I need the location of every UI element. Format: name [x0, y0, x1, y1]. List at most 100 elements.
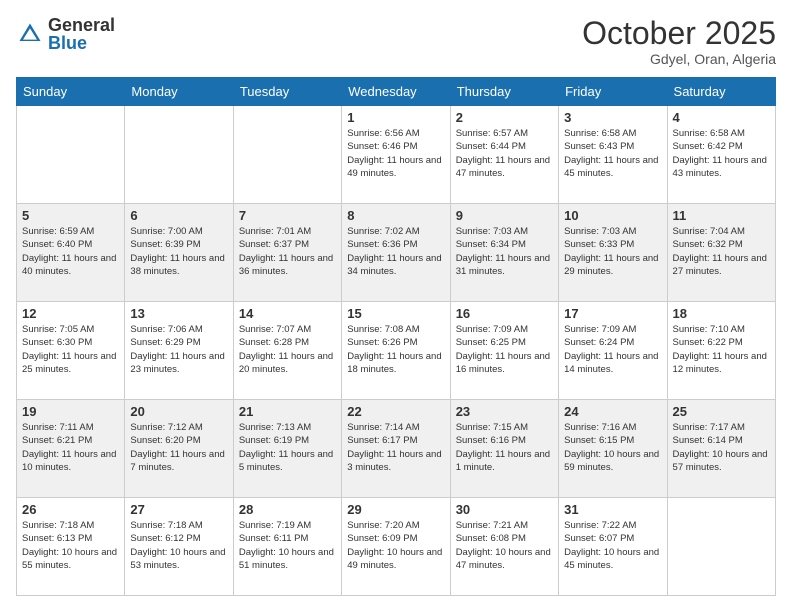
calendar-table: Sunday Monday Tuesday Wednesday Thursday… [16, 77, 776, 596]
day-info: Sunrise: 7:06 AM Sunset: 6:29 PM Dayligh… [130, 323, 227, 376]
table-cell: 2 Sunrise: 6:57 AM Sunset: 6:44 PM Daylig… [450, 106, 558, 204]
calendar-week-4: 19 Sunrise: 7:11 AM Sunset: 6:21 PM Dayli… [17, 400, 776, 498]
table-cell: 19 Sunrise: 7:11 AM Sunset: 6:21 PM Dayli… [17, 400, 125, 498]
day-info: Sunrise: 6:58 AM Sunset: 6:42 PM Dayligh… [673, 127, 770, 180]
day-info: Sunrise: 7:12 AM Sunset: 6:20 PM Dayligh… [130, 421, 227, 474]
header-saturday: Saturday [667, 78, 775, 106]
day-info: Sunrise: 7:18 AM Sunset: 6:12 PM Dayligh… [130, 519, 227, 572]
day-info: Sunrise: 7:19 AM Sunset: 6:11 PM Dayligh… [239, 519, 336, 572]
day-info: Sunrise: 7:17 AM Sunset: 6:14 PM Dayligh… [673, 421, 770, 474]
day-number: 4 [673, 110, 770, 125]
day-number: 2 [456, 110, 553, 125]
day-info: Sunrise: 7:01 AM Sunset: 6:37 PM Dayligh… [239, 225, 336, 278]
table-cell: 11 Sunrise: 7:04 AM Sunset: 6:32 PM Dayli… [667, 204, 775, 302]
day-info: Sunrise: 7:16 AM Sunset: 6:15 PM Dayligh… [564, 421, 661, 474]
table-cell: 24Sunrise: 7:16 AM Sunset: 6:15 PM Dayli… [559, 400, 667, 498]
day-number: 5 [22, 208, 119, 223]
day-number: 9 [456, 208, 553, 223]
logo-blue: Blue [48, 34, 115, 52]
table-cell: 30 Sunrise: 7:21 AM Sunset: 6:08 PM Dayli… [450, 498, 558, 596]
table-cell: 5Sunrise: 6:59 AM Sunset: 6:40 PM Daylig… [17, 204, 125, 302]
day-number: 28 [239, 502, 336, 517]
day-number: 7 [239, 208, 336, 223]
day-number: 29 [347, 502, 444, 517]
day-number: 31 [564, 502, 661, 517]
table-cell: 23Sunrise: 7:15 AM Sunset: 6:16 PM Dayli… [450, 400, 558, 498]
table-cell: 13 Sunrise: 7:06 AM Sunset: 6:29 PM Dayli… [125, 302, 233, 400]
calendar-week-2: 5Sunrise: 6:59 AM Sunset: 6:40 PM Daylig… [17, 204, 776, 302]
location-title: Gdyel, Oran, Algeria [582, 51, 776, 67]
day-info: Sunrise: 7:07 AM Sunset: 6:28 PM Dayligh… [239, 323, 336, 376]
table-cell: 6Sunrise: 7:00 AM Sunset: 6:39 PM Daylig… [125, 204, 233, 302]
logo: General Blue [16, 16, 115, 52]
day-info: Sunrise: 7:08 AM Sunset: 6:26 PM Dayligh… [347, 323, 444, 376]
table-cell [17, 106, 125, 204]
header-thursday: Thursday [450, 78, 558, 106]
table-cell [125, 106, 233, 204]
day-number: 13 [130, 306, 227, 321]
table-cell: 29Sunrise: 7:20 AM Sunset: 6:09 PM Dayli… [342, 498, 450, 596]
day-info: Sunrise: 7:03 AM Sunset: 6:34 PM Dayligh… [456, 225, 553, 278]
header-tuesday: Tuesday [233, 78, 341, 106]
table-cell: 21 Sunrise: 7:13 AM Sunset: 6:19 PM Dayli… [233, 400, 341, 498]
day-info: Sunrise: 7:00 AM Sunset: 6:39 PM Dayligh… [130, 225, 227, 278]
calendar-header-row: Sunday Monday Tuesday Wednesday Thursday… [17, 78, 776, 106]
day-info: Sunrise: 7:22 AM Sunset: 6:07 PM Dayligh… [564, 519, 661, 572]
day-info: Sunrise: 6:57 AM Sunset: 6:44 PM Dayligh… [456, 127, 553, 180]
day-info: Sunrise: 7:02 AM Sunset: 6:36 PM Dayligh… [347, 225, 444, 278]
table-cell: 22Sunrise: 7:14 AM Sunset: 6:17 PM Dayli… [342, 400, 450, 498]
table-cell: 20Sunrise: 7:12 AM Sunset: 6:20 PM Dayli… [125, 400, 233, 498]
table-cell: 27 Sunrise: 7:18 AM Sunset: 6:12 PM Dayli… [125, 498, 233, 596]
table-cell: 15 Sunrise: 7:08 AM Sunset: 6:26 PM Dayli… [342, 302, 450, 400]
day-number: 16 [456, 306, 553, 321]
day-info: Sunrise: 7:11 AM Sunset: 6:21 PM Dayligh… [22, 421, 119, 474]
day-info: Sunrise: 7:10 AM Sunset: 6:22 PM Dayligh… [673, 323, 770, 376]
day-info: Sunrise: 7:03 AM Sunset: 6:33 PM Dayligh… [564, 225, 661, 278]
table-cell: 17 Sunrise: 7:09 AM Sunset: 6:24 PM Dayli… [559, 302, 667, 400]
month-title: October 2025 [582, 16, 776, 51]
day-number: 11 [673, 208, 770, 223]
day-info: Sunrise: 7:13 AM Sunset: 6:19 PM Dayligh… [239, 421, 336, 474]
calendar-week-1: 1Sunrise: 6:56 AM Sunset: 6:46 PM Daylig… [17, 106, 776, 204]
day-number: 18 [673, 306, 770, 321]
day-number: 8 [347, 208, 444, 223]
day-info: Sunrise: 6:58 AM Sunset: 6:43 PM Dayligh… [564, 127, 661, 180]
title-section: October 2025 Gdyel, Oran, Algeria [582, 16, 776, 67]
day-info: Sunrise: 7:04 AM Sunset: 6:32 PM Dayligh… [673, 225, 770, 278]
day-number: 30 [456, 502, 553, 517]
day-info: Sunrise: 7:21 AM Sunset: 6:08 PM Dayligh… [456, 519, 553, 572]
day-info: Sunrise: 7:09 AM Sunset: 6:25 PM Dayligh… [456, 323, 553, 376]
day-number: 17 [564, 306, 661, 321]
day-number: 25 [673, 404, 770, 419]
table-cell: 7 Sunrise: 7:01 AM Sunset: 6:37 PM Daylig… [233, 204, 341, 302]
table-cell [667, 498, 775, 596]
day-number: 12 [22, 306, 119, 321]
table-cell: 12 Sunrise: 7:05 AM Sunset: 6:30 PM Dayli… [17, 302, 125, 400]
table-cell: 4 Sunrise: 6:58 AM Sunset: 6:42 PM Daylig… [667, 106, 775, 204]
table-cell: 1Sunrise: 6:56 AM Sunset: 6:46 PM Daylig… [342, 106, 450, 204]
header-wednesday: Wednesday [342, 78, 450, 106]
day-number: 27 [130, 502, 227, 517]
day-number: 19 [22, 404, 119, 419]
calendar-week-5: 26Sunrise: 7:18 AM Sunset: 6:13 PM Dayli… [17, 498, 776, 596]
day-number: 15 [347, 306, 444, 321]
header-sunday: Sunday [17, 78, 125, 106]
day-number: 23 [456, 404, 553, 419]
table-cell [233, 106, 341, 204]
header-friday: Friday [559, 78, 667, 106]
logo-general: General [48, 16, 115, 34]
table-cell: 9 Sunrise: 7:03 AM Sunset: 6:34 PM Daylig… [450, 204, 558, 302]
table-cell: 16 Sunrise: 7:09 AM Sunset: 6:25 PM Dayli… [450, 302, 558, 400]
day-info: Sunrise: 7:05 AM Sunset: 6:30 PM Dayligh… [22, 323, 119, 376]
table-cell: 18 Sunrise: 7:10 AM Sunset: 6:22 PM Dayli… [667, 302, 775, 400]
header: General Blue October 2025 Gdyel, Oran, A… [16, 16, 776, 67]
day-number: 10 [564, 208, 661, 223]
table-cell: 26Sunrise: 7:18 AM Sunset: 6:13 PM Dayli… [17, 498, 125, 596]
logo-text-wrapper: General Blue [48, 16, 115, 52]
day-info: Sunrise: 7:09 AM Sunset: 6:24 PM Dayligh… [564, 323, 661, 376]
day-info: Sunrise: 7:14 AM Sunset: 6:17 PM Dayligh… [347, 421, 444, 474]
day-number: 21 [239, 404, 336, 419]
day-number: 3 [564, 110, 661, 125]
table-cell: 14Sunrise: 7:07 AM Sunset: 6:28 PM Dayli… [233, 302, 341, 400]
logo-icon [16, 20, 44, 48]
